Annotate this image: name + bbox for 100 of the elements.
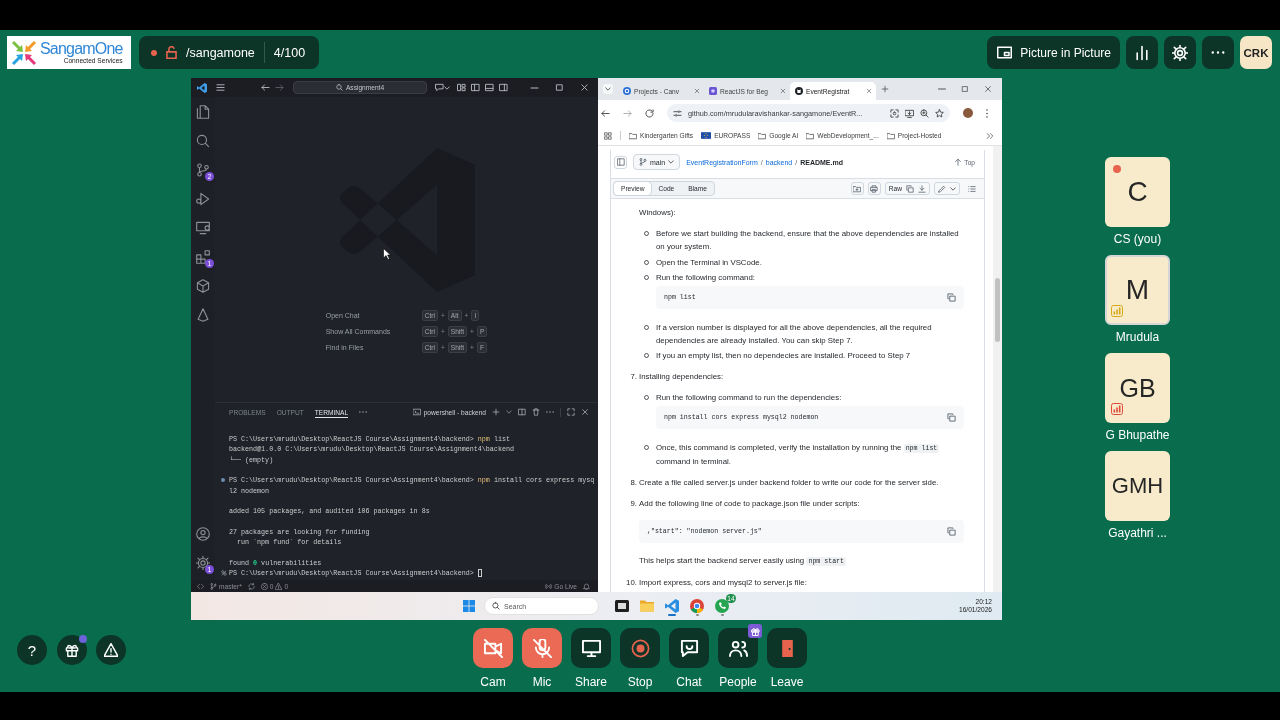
control-label: People — [719, 675, 757, 689]
code-editor-icon[interactable] — [665, 599, 679, 613]
add-file-button[interactable] — [850, 182, 864, 195]
warning-icon — [104, 643, 118, 657]
phone-chat-icon[interactable] — [715, 599, 729, 613]
extensions-icon[interactable] — [196, 250, 210, 264]
participant-tile[interactable]: GMH — [1105, 451, 1170, 521]
trash-icon[interactable] — [532, 408, 540, 416]
sync-icon[interactable] — [247, 582, 255, 590]
split-icon[interactable] — [518, 408, 526, 416]
maximize-icon[interactable] — [567, 408, 575, 416]
chat-button[interactable] — [669, 628, 709, 668]
padlock-open-icon[interactable] — [166, 46, 177, 59]
close-icon[interactable] — [581, 408, 589, 416]
plus-icon[interactable] — [492, 408, 500, 416]
chevron-down-icon[interactable] — [506, 410, 512, 414]
door-icon — [781, 639, 793, 657]
star-icon[interactable] — [935, 108, 944, 118]
browser-icon[interactable] — [690, 599, 704, 613]
participant-tile[interactable]: M — [1105, 255, 1170, 325]
participant-initials: GB — [1119, 373, 1156, 403]
user-avatar[interactable]: CRK — [1240, 36, 1272, 69]
search-icon — [492, 602, 500, 610]
maximize-icon[interactable] — [961, 85, 969, 93]
forward-arrow-icon[interactable] — [275, 83, 284, 92]
settings-icon[interactable] — [196, 556, 210, 570]
report-button[interactable] — [96, 635, 126, 665]
people-icon — [728, 638, 748, 658]
print-button[interactable] — [867, 182, 881, 195]
people-button[interactable] — [718, 628, 758, 668]
close-icon[interactable] — [580, 83, 589, 92]
chevron-down-icon[interactable] — [950, 186, 956, 191]
panel-toggle-icon[interactable] — [485, 83, 494, 92]
triangle-icon[interactable] — [196, 308, 210, 322]
copy-icon[interactable] — [947, 413, 956, 422]
monitor-icon[interactable] — [196, 221, 210, 235]
apps-grid-icon[interactable] — [604, 131, 612, 140]
chat-icon[interactable] — [435, 83, 444, 92]
bell-icon[interactable] — [583, 582, 590, 590]
source-control-icon[interactable] — [196, 163, 210, 177]
circle-logo-icon — [623, 87, 631, 95]
help-button[interactable]: ? — [17, 635, 47, 665]
settings-button[interactable] — [1164, 36, 1196, 69]
participant-tile[interactable]: GB — [1105, 353, 1170, 423]
minimize-icon[interactable] — [530, 86, 539, 89]
cube-icon[interactable] — [196, 279, 210, 293]
pencil-icon[interactable] — [938, 184, 946, 193]
scrollbar[interactable] — [993, 146, 1002, 592]
new-tab-icon[interactable] — [881, 85, 889, 93]
more-button[interactable] — [1202, 36, 1234, 69]
sidebar-toggle-button[interactable] — [614, 155, 627, 169]
menu-icon[interactable] — [216, 83, 225, 92]
app-logo-icon[interactable] — [197, 82, 207, 93]
participant-name: G Bhupathe — [1105, 427, 1170, 443]
split-toggle-icon[interactable] — [499, 83, 508, 92]
account-icon[interactable] — [196, 527, 210, 541]
monitor-download-icon[interactable] — [905, 108, 914, 118]
window-square-icon[interactable] — [615, 599, 629, 613]
copy-icon[interactable] — [947, 293, 956, 302]
camera-button[interactable] — [473, 628, 513, 668]
participant-tile[interactable]: C — [1105, 157, 1170, 227]
zoom-icon[interactable] — [920, 108, 929, 118]
leave-button[interactable] — [767, 628, 807, 668]
scrollbar-thumb[interactable] — [995, 278, 1000, 342]
profile-avatar[interactable] — [963, 108, 973, 118]
copy-icon[interactable] — [947, 526, 956, 536]
room-name: /sangamone — [186, 45, 255, 60]
camera-off-icon — [483, 638, 503, 658]
lens-icon[interactable] — [890, 108, 899, 118]
sliders-icon[interactable] — [673, 108, 682, 118]
run-debug-icon[interactable] — [196, 192, 210, 206]
folder-icon — [886, 131, 895, 140]
outline-list-icon[interactable] — [968, 184, 976, 193]
reload-icon[interactable] — [645, 108, 654, 118]
share-screen-button[interactable] — [571, 628, 611, 668]
start-icon[interactable] — [463, 600, 475, 612]
chevron-down-icon — [605, 87, 611, 91]
maximize-icon[interactable] — [555, 83, 564, 92]
close-icon[interactable] — [984, 85, 992, 93]
flag-icon — [701, 132, 712, 139]
search-icon[interactable] — [196, 134, 210, 148]
folder-plus-icon — [853, 184, 862, 193]
tab-search-button[interactable] — [603, 84, 613, 94]
gifts-button[interactable] — [56, 635, 87, 665]
files-icon[interactable] — [196, 105, 210, 119]
double-chevron-icon[interactable] — [986, 131, 994, 140]
angle-brackets-icon[interactable] — [197, 582, 204, 590]
copy-icon[interactable] — [906, 184, 914, 193]
back-arrow-icon[interactable] — [261, 83, 270, 92]
download-icon[interactable] — [918, 184, 926, 193]
back-arrow-icon[interactable] — [601, 108, 610, 118]
stop-recording-button[interactable] — [620, 628, 660, 668]
picture-in-picture-button[interactable]: Picture in Picture — [987, 36, 1120, 69]
stats-button[interactable] — [1126, 36, 1158, 69]
sidebar-toggle-icon[interactable] — [471, 83, 480, 92]
broadcast-icon — [545, 582, 553, 590]
layout-icon[interactable] — [457, 83, 466, 92]
bullet-icon — [644, 353, 649, 358]
microphone-button[interactable] — [522, 628, 562, 668]
chevron-down-icon[interactable] — [444, 85, 450, 90]
